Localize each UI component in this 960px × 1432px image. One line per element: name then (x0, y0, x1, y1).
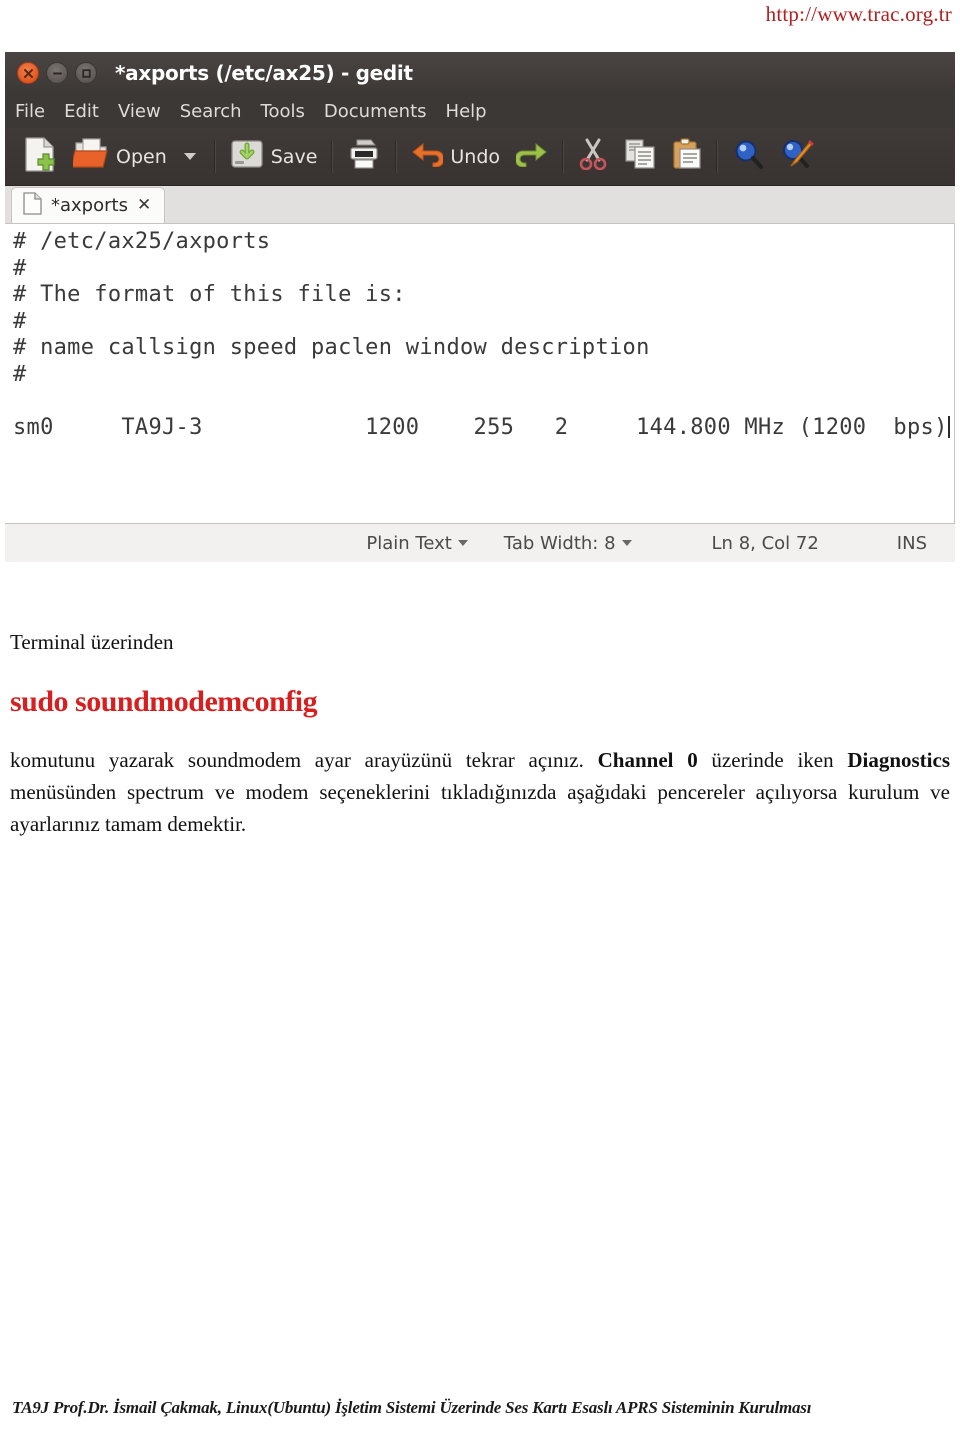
body-paragraph: komutunu yazarak soundmodem ayar arayüzü… (10, 745, 950, 841)
menu-item-tools[interactable]: Tools (261, 101, 305, 122)
redo-button[interactable] (508, 135, 556, 179)
body-part-3: menüsünden spectrum ve modem seçenekleri… (10, 779, 950, 836)
body-bold-diagnostics: Diagnostics (847, 748, 951, 772)
new-document-icon (23, 136, 57, 177)
cut-icon (578, 138, 608, 175)
editor-area[interactable]: # /etc/ax25/axports # # The format of th… (5, 224, 955, 524)
tab-strip: *axports ✕ (5, 186, 955, 224)
copy-button[interactable] (616, 135, 664, 179)
toolbar-separator (562, 140, 565, 173)
menu-item-search[interactable]: Search (180, 101, 242, 122)
tab-title: *axports (51, 195, 128, 216)
print-icon (347, 138, 381, 175)
statusbar-tab-width[interactable]: Tab Width: 8 (504, 533, 632, 554)
editor-text-value: # /etc/ax25/axports # # The format of th… (13, 229, 948, 440)
tab-axports[interactable]: *axports ✕ (11, 187, 166, 223)
open-button[interactable]: Open (65, 135, 208, 179)
menu-item-file[interactable]: File (15, 101, 45, 122)
statusbar-insert-mode: INS (896, 532, 927, 554)
body-bold-channel: Channel 0 (597, 748, 698, 772)
statusbar-cursor-position: Ln 8, Col 72 (711, 532, 819, 554)
find-button[interactable] (724, 135, 772, 179)
statusbar-tab-width-label: Tab Width: 8 (503, 532, 616, 554)
document-body: Terminal üzerinden sudo soundmodemconfig… (10, 630, 950, 841)
menu-item-edit[interactable]: Edit (64, 101, 99, 122)
new-document-button[interactable] (15, 135, 65, 179)
find-replace-icon (780, 138, 814, 175)
redo-icon (514, 141, 548, 172)
save-icon (230, 137, 264, 176)
cut-button[interactable] (570, 135, 616, 179)
undo-icon (411, 141, 445, 172)
window-titlebar: *axports (/etc/ax25) - gedit (5, 52, 955, 94)
lead-paragraph: Terminal üzerinden (10, 630, 174, 654)
find-replace-button[interactable] (772, 135, 822, 179)
text-caret (947, 415, 950, 438)
menu-item-view[interactable]: View (118, 101, 161, 122)
save-button-label: Save (270, 145, 318, 168)
statusbar-language[interactable]: Plain Text (366, 532, 468, 554)
menubar: File Edit View Search Tools Documents He… (5, 94, 955, 128)
close-icon[interactable] (17, 62, 39, 84)
language-chevron-down-icon[interactable] (457, 540, 468, 546)
tab-close-icon[interactable]: ✕ (137, 197, 151, 214)
paste-button[interactable] (664, 135, 710, 179)
menu-item-documents[interactable]: Documents (324, 101, 427, 122)
find-icon (732, 138, 764, 175)
tab-width-chevron-down-icon[interactable] (621, 540, 632, 546)
minimize-icon[interactable] (46, 62, 68, 84)
open-folder-icon (70, 137, 109, 176)
body-part-2: üzerinde iken (697, 748, 848, 772)
open-dropdown-chevron-down-icon[interactable] (183, 153, 196, 160)
page-footer: TA9J Prof.Dr. İsmail Çakmak, Linux(Ubunt… (12, 1398, 812, 1417)
menu-item-help[interactable]: Help (446, 101, 487, 122)
save-button[interactable]: Save (222, 135, 326, 179)
toolbar-separator (213, 140, 216, 173)
command-line: sudo soundmodemconfig (10, 685, 318, 718)
statusbar-language-label: Plain Text (366, 532, 452, 554)
copy-icon (624, 138, 656, 175)
statusbar: Plain Text Tab Width: 8 Ln 8, Col 72 INS (5, 524, 955, 562)
gedit-window: *axports (/etc/ax25) - gedit File Edit V… (5, 52, 955, 562)
toolbar-separator (395, 140, 398, 173)
window-title: *axports (/etc/ax25) - gedit (115, 61, 413, 85)
maximize-icon[interactable] (75, 62, 97, 84)
editor-content[interactable]: # /etc/ax25/axports # # The format of th… (5, 224, 954, 441)
body-part-1: komutunu yazarak soundmodem ayar arayüzü… (10, 748, 598, 772)
window-controls (17, 62, 97, 84)
toolbar-separator (716, 140, 719, 173)
undo-button[interactable]: Undo (403, 135, 508, 179)
print-button[interactable] (339, 135, 389, 179)
toolbar: Open Save Undo (5, 128, 955, 186)
document-icon (23, 191, 42, 220)
undo-button-label: Undo (450, 145, 501, 168)
toolbar-separator (331, 140, 334, 173)
open-button-label: Open (116, 145, 167, 168)
site-url: http://www.trac.org.tr (765, 2, 952, 26)
paste-icon (672, 138, 702, 175)
